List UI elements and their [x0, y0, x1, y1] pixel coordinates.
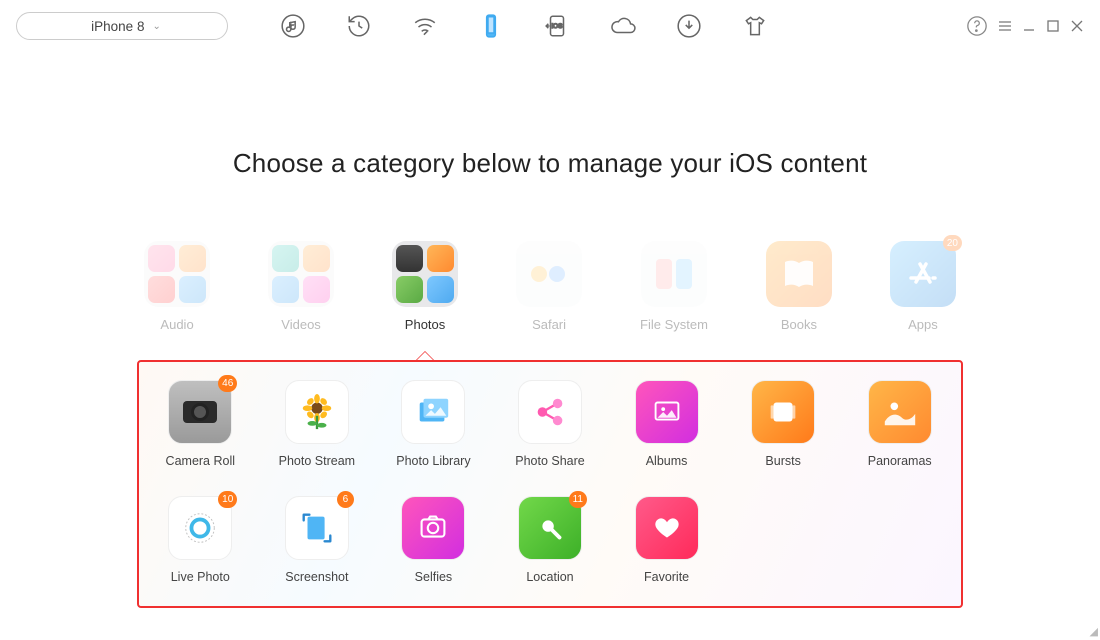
toolbar-icon-group: iOS — [278, 11, 770, 41]
sub-selfies[interactable]: Selfies — [392, 496, 475, 584]
photo-library-icon — [401, 380, 465, 444]
sub-label: Screenshot — [285, 570, 348, 584]
music-icon[interactable] — [278, 11, 308, 41]
sub-badge: 6 — [337, 491, 354, 508]
subcategory-panel: 46 Camera Roll Photo Stream Photo Librar… — [137, 360, 963, 608]
sub-badge: 10 — [218, 491, 237, 508]
selfies-icon — [401, 496, 465, 560]
maximize-button[interactable] — [1046, 19, 1060, 33]
favorite-icon — [635, 496, 699, 560]
phone-icon[interactable] — [476, 11, 506, 41]
help-icon[interactable] — [966, 11, 988, 41]
page-heading: Choose a category below to manage your i… — [0, 148, 1100, 179]
screenshot-icon: 6 — [285, 496, 349, 560]
sub-bursts[interactable]: Bursts — [742, 380, 825, 468]
category-label: Audio — [160, 317, 193, 332]
sub-label: Location — [526, 570, 573, 584]
sub-label: Photo Library — [396, 454, 470, 468]
location-icon: 11 — [518, 496, 582, 560]
sunflower-icon — [285, 380, 349, 444]
category-label: Videos — [281, 317, 321, 332]
ios-export-icon[interactable]: iOS — [542, 11, 572, 41]
sub-photo-share[interactable]: Photo Share — [509, 380, 592, 468]
category-badge: 20 — [943, 235, 962, 251]
sub-favorite[interactable]: Favorite — [625, 496, 708, 584]
panorama-icon — [868, 380, 932, 444]
sub-label: Albums — [646, 454, 688, 468]
sub-label: Selfies — [415, 570, 453, 584]
category-label: Apps — [908, 317, 938, 332]
download-icon[interactable] — [674, 11, 704, 41]
wifi-transfer-icon[interactable] — [410, 11, 440, 41]
category-safari[interactable]: Safari — [516, 241, 582, 332]
svg-text:iOS: iOS — [552, 23, 564, 30]
menu-icon[interactable] — [998, 19, 1012, 33]
category-videos[interactable]: Videos — [268, 241, 334, 332]
live-photo-icon: 10 — [168, 496, 232, 560]
sub-photo-stream[interactable]: Photo Stream — [276, 380, 359, 468]
chevron-down-icon: ⌄ — [152, 21, 160, 32]
category-photos[interactable]: Photos — [392, 241, 458, 332]
minimize-button[interactable] — [1022, 19, 1036, 33]
history-icon[interactable] — [344, 11, 374, 41]
sub-label: Photo Share — [515, 454, 585, 468]
sub-live-photo[interactable]: 10 Live Photo — [159, 496, 242, 584]
close-button[interactable] — [1070, 19, 1084, 33]
sub-photo-library[interactable]: Photo Library — [392, 380, 475, 468]
sub-label: Bursts — [765, 454, 800, 468]
sub-albums[interactable]: Albums — [625, 380, 708, 468]
category-audio[interactable]: Audio — [144, 241, 210, 332]
device-selector[interactable]: iPhone 8 ⌄ — [16, 12, 228, 40]
category-books[interactable]: Books — [766, 241, 832, 332]
device-name-label: iPhone 8 — [91, 19, 144, 34]
sub-label: Photo Stream — [279, 454, 355, 468]
category-label: Books — [781, 317, 817, 332]
category-filesystem[interactable]: File System — [640, 241, 708, 332]
category-label: Photos — [405, 317, 445, 332]
sub-label: Panoramas — [868, 454, 932, 468]
appstore-icon — [903, 254, 943, 294]
bursts-icon — [751, 380, 815, 444]
top-toolbar: iPhone 8 ⌄ iOS — [0, 0, 1100, 52]
sub-location[interactable]: 11 Location — [509, 496, 592, 584]
albums-icon — [635, 380, 699, 444]
category-label: Safari — [532, 317, 566, 332]
sub-label: Live Photo — [171, 570, 230, 584]
window-controls — [966, 11, 1084, 41]
category-apps[interactable]: 20 Apps — [890, 241, 956, 332]
sub-label: Favorite — [644, 570, 689, 584]
sub-badge: 11 — [569, 491, 587, 508]
tshirt-icon[interactable] — [740, 11, 770, 41]
share-icon — [518, 380, 582, 444]
cloud-icon[interactable] — [608, 11, 638, 41]
sub-label: Camera Roll — [166, 454, 235, 468]
sub-camera-roll[interactable]: 46 Camera Roll — [159, 380, 242, 468]
category-row: Audio Videos Photos Safari File System B… — [0, 241, 1100, 332]
camera-icon: 46 — [168, 380, 232, 444]
category-label: File System — [640, 317, 708, 332]
sub-panoramas[interactable]: Panoramas — [858, 380, 941, 468]
safari-icon — [527, 259, 571, 289]
sub-badge: 46 — [218, 375, 237, 392]
book-icon — [781, 256, 817, 292]
sub-screenshot[interactable]: 6 Screenshot — [276, 496, 359, 584]
resize-handle-icon[interactable]: ◢ — [1090, 625, 1098, 638]
